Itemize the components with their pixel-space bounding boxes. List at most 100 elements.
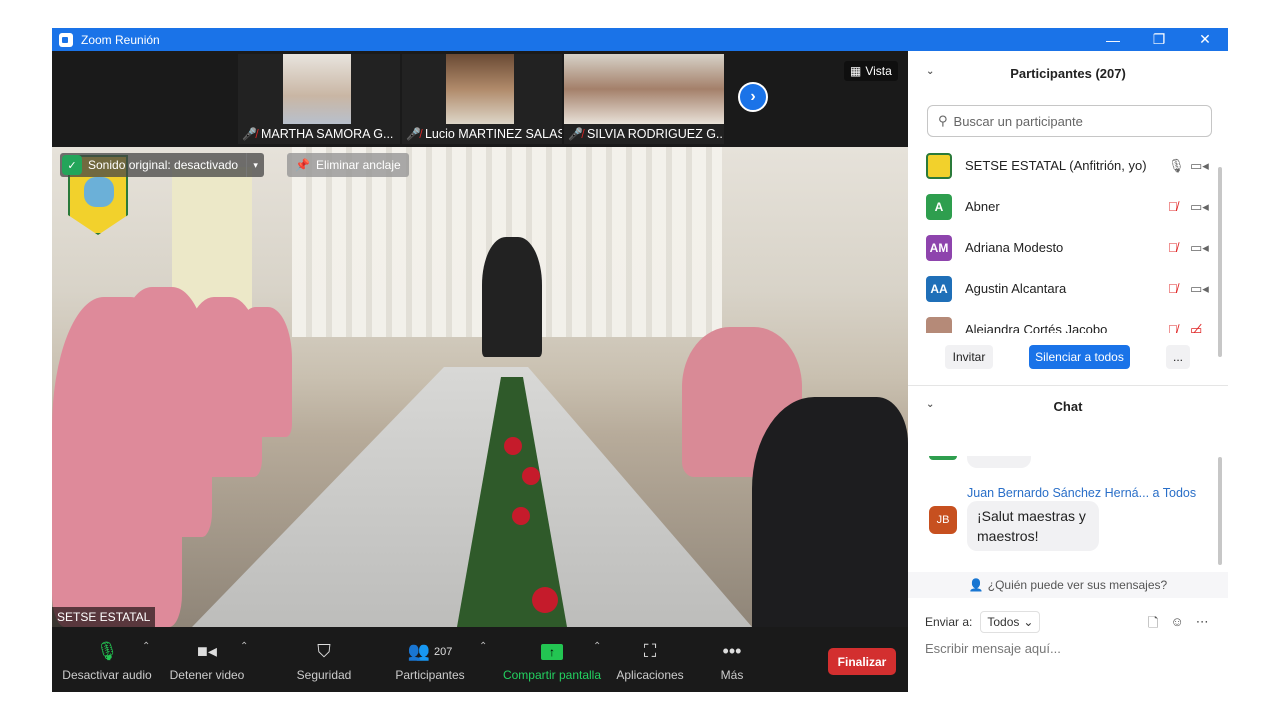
end-meeting-button[interactable]: Finalizar <box>828 648 896 675</box>
view-label: Vista <box>865 64 892 78</box>
participant-name: Adriana Modesto <box>965 240 1064 255</box>
participant-video <box>564 54 724 124</box>
chat-header: ⌄ Chat <box>908 386 1228 426</box>
participants-button[interactable]: 👥 207 Participantes <box>390 627 470 692</box>
shield-check-icon: ✓ <box>62 155 82 175</box>
video-off-icon[interactable]: ▭̸ <box>1190 322 1202 334</box>
chevron-down-icon: ⌄ <box>1023 615 1034 629</box>
chevron-up-icon[interactable]: ⌃ <box>142 641 150 652</box>
ellipsis-icon: ••• <box>722 641 742 661</box>
video-scene <box>752 397 908 627</box>
search-icon: ⚲ <box>938 113 948 128</box>
video-camera-icon[interactable]: ▭◂ <box>1190 199 1209 215</box>
mute-all-button[interactable]: Silenciar a todos <box>1029 345 1130 369</box>
main-video: ✓ Sonido original: desactivado ▾ 📌 Elimi… <box>52 147 908 627</box>
participants-label: Participantes <box>395 667 465 682</box>
avatar: A <box>926 193 952 220</box>
minimize-button[interactable]: — <box>1090 28 1136 51</box>
mic-muted-icon[interactable]: 🎙̸ <box>1168 240 1178 255</box>
shield-icon: ⛉ <box>317 641 331 661</box>
video-camera-icon[interactable]: ▭◂ <box>1190 158 1209 174</box>
chat-message-bubble <box>967 456 1031 468</box>
video-camera-icon[interactable]: ▭◂ <box>1190 240 1209 256</box>
search-placeholder: Buscar un participante <box>953 113 1083 129</box>
thumbnail-name: Lucio MARTINEZ SALAS <box>424 127 562 141</box>
participants-scrollbar[interactable] <box>1218 167 1222 357</box>
chat-scrollbar[interactable] <box>1218 457 1222 565</box>
thumbnail-nameplate: 🎤̸ Lucio MARTINEZ SALAS <box>402 124 562 144</box>
mic-muted-icon[interactable]: 🎙̸ <box>1168 199 1178 214</box>
chat-sender: Juan Bernardo Sánchez Herná... a Todos <box>967 486 1196 500</box>
chevron-down-icon[interactable]: ▾ <box>246 153 264 177</box>
title-bar: Zoom Reunión — ❐ ✕ <box>52 28 1228 51</box>
emoji-icon[interactable]: ☺ <box>1170 614 1183 636</box>
participant-row[interactable]: A Abner 🎙̸ ▭◂ <box>908 186 1218 227</box>
restore-button[interactable]: ❐ <box>1136 28 1182 51</box>
participants-header: ⌄ Participantes (207) <box>908 53 1228 93</box>
thumbnail-tile[interactable]: 🎤̸ MARTHA SAMORA G... <box>238 54 400 144</box>
chevron-down-icon[interactable]: ⌄ <box>926 399 934 410</box>
avatar: JB <box>929 506 957 534</box>
meeting-toolbar: 🎙 Desactivar audio ⌃ ■◂ Detener video ⌃ … <box>52 627 908 692</box>
avatar <box>929 456 957 460</box>
thumbnail-strip: 🎤̸ MARTHA SAMORA G... 🎤̸ Lucio MARTINEZ … <box>52 51 908 147</box>
original-sound-banner[interactable]: ✓ Sonido original: desactivado ▾ <box>60 153 265 177</box>
video-camera-icon[interactable]: ▭◂ <box>1190 281 1209 297</box>
thumbnail-name: SILVIA RODRIGUEZ G... <box>586 127 724 141</box>
meeting-area: 🎤̸ MARTHA SAMORA G... 🎤̸ Lucio MARTINEZ … <box>52 51 908 692</box>
mic-muted-icon[interactable]: 🎙̸ <box>1168 281 1178 296</box>
window-title: Zoom Reunión <box>81 32 160 47</box>
user-icon: 👤 <box>968 578 984 592</box>
participant-name: Agustin Alcantara <box>965 281 1067 296</box>
apps-button[interactable]: ⛶ Aplicaciones <box>614 627 686 692</box>
share-screen-icon-wrap: ↑ <box>541 638 563 666</box>
participants-count: 207 <box>434 645 453 658</box>
unpin-button[interactable]: 📌 Eliminar anclaje <box>287 153 409 177</box>
chevron-down-icon[interactable]: ⌄ <box>926 66 934 77</box>
recipient-dropdown[interactable]: Todos ⌄ <box>980 611 1041 633</box>
participants-list: SETSE ESTATAL (Anfitrión, yo) 🎙 ▭◂ A Abn… <box>908 145 1218 333</box>
chevron-up-icon[interactable]: ⌃ <box>479 641 487 652</box>
participant-search-input[interactable]: ⚲ Buscar un participante <box>927 105 1212 137</box>
ellipsis-icon[interactable]: ⋯ <box>1196 614 1209 636</box>
chevron-up-icon[interactable]: ⌃ <box>593 641 601 652</box>
participant-row[interactable]: SETSE ESTATAL (Anfitrión, yo) 🎙 ▭◂ <box>908 145 1218 186</box>
chevron-up-icon[interactable]: ⌃ <box>240 641 248 652</box>
avatar: AM <box>926 234 952 261</box>
more-options-button[interactable]: ... <box>1166 345 1190 369</box>
file-icon[interactable]: 🗋 <box>1148 614 1158 636</box>
participant-row[interactable]: AM Adriana Modesto 🎙̸ ▭◂ <box>908 227 1218 268</box>
video-scene <box>504 437 522 455</box>
who-can-see-link[interactable]: 👤 ¿Quién puede ver sus mensajes? <box>908 572 1228 598</box>
video-camera-icon: ■◂ <box>197 641 217 661</box>
mic-muted-icon: 🎤̸ <box>242 127 257 141</box>
share-screen-label: Compartir pantalla <box>502 667 602 682</box>
thumbnail-nameplate: 🎤̸ SILVIA RODRIGUEZ G... <box>564 124 724 144</box>
video-scene <box>232 307 292 437</box>
next-page-button[interactable]: › <box>738 82 768 112</box>
apps-icon: ⛶ <box>643 641 657 661</box>
invite-button[interactable]: Invitar <box>945 345 993 369</box>
more-button[interactable]: ••• Más <box>712 627 752 692</box>
participant-row[interactable]: Alejandra Cortés Jacobo 🎙̸ ▭̸ <box>908 309 1218 333</box>
video-scene <box>522 467 540 485</box>
unpin-label: Eliminar anclaje <box>315 158 401 172</box>
thumbnail-tile[interactable]: 🎤̸ Lucio MARTINEZ SALAS <box>402 54 562 144</box>
participant-row[interactable]: AA Agustin Alcantara 🎙̸ ▭◂ <box>908 268 1218 309</box>
chat-message-input[interactable]: Escribir mensaje aquí... <box>925 641 1061 656</box>
thumbnail-tile[interactable]: 🎤̸ SILVIA RODRIGUEZ G... <box>564 54 724 144</box>
view-button[interactable]: ▦ Vista <box>844 61 898 81</box>
close-button[interactable]: ✕ <box>1182 28 1228 51</box>
share-screen-button[interactable]: ↑ Compartir pantalla <box>500 627 604 692</box>
security-button[interactable]: ⛉ Seguridad <box>288 627 360 692</box>
apps-label: Aplicaciones <box>616 667 684 682</box>
microphone-icon[interactable]: 🎙 <box>1168 158 1185 174</box>
sender-name[interactable]: Juan Bernardo Sánchez Herná... <box>967 486 1149 500</box>
mute-button[interactable]: 🎙 Desactivar audio <box>62 627 152 692</box>
stop-video-button[interactable]: ■◂ Detener video <box>167 627 247 692</box>
thumbnail-name: MARTHA SAMORA G... <box>260 127 394 141</box>
stop-video-label: Detener video <box>169 667 245 682</box>
mic-muted-icon[interactable]: 🎙̸ <box>1168 322 1178 333</box>
pin-icon: 📌 <box>295 158 310 172</box>
participants-title: Participantes (207) <box>1010 65 1126 81</box>
